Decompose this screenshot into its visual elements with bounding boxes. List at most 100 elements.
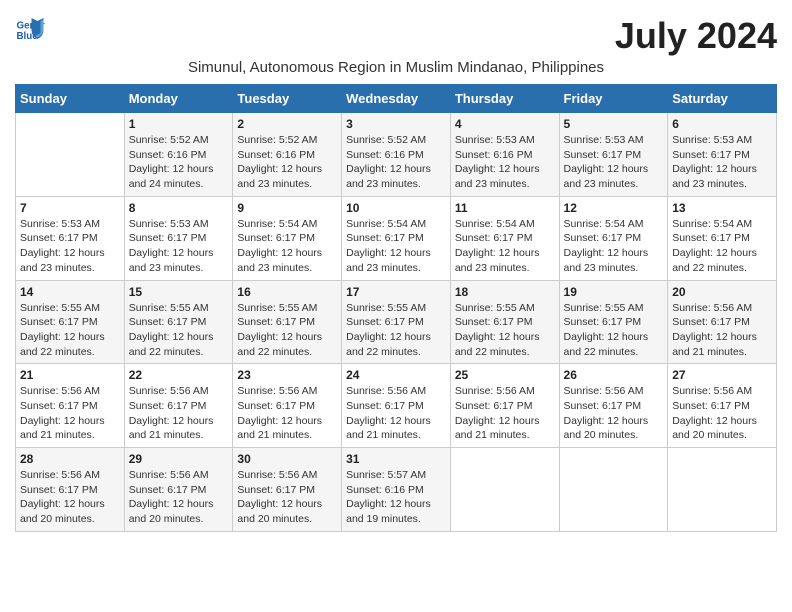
header-day-friday: Friday — [559, 85, 668, 113]
page-header: General Blue July 2024 — [15, 15, 777, 57]
header-day-thursday: Thursday — [450, 85, 559, 113]
header-day-tuesday: Tuesday — [233, 85, 342, 113]
day-info: Sunrise: 5:54 AMSunset: 6:17 PMDaylight:… — [564, 217, 664, 276]
calendar-day-18: 18Sunrise: 5:55 AMSunset: 6:17 PMDayligh… — [450, 280, 559, 364]
day-info: Sunrise: 5:56 AMSunset: 6:17 PMDaylight:… — [672, 301, 772, 360]
day-info: Sunrise: 5:55 AMSunset: 6:17 PMDaylight:… — [20, 301, 120, 360]
calendar-week-row: 14 Sunrise: 5:55 AMSunset: 6:17 PMDayligh… — [16, 280, 777, 364]
day-number: 2 — [237, 117, 337, 131]
day-info: Sunrise: 5:56 AMSunset: 6:17 PMDaylight:… — [129, 384, 229, 443]
calendar-day-5: 5Sunrise: 5:53 AMSunset: 6:17 PMDaylight… — [559, 113, 668, 197]
calendar-empty-cell — [668, 448, 777, 532]
day-number: 29 — [129, 452, 229, 466]
calendar-empty-cell — [559, 448, 668, 532]
calendar-day-28: 28 Sunrise: 5:56 AMSunset: 6:17 PMDayligh… — [16, 448, 125, 532]
day-info: Sunrise: 5:56 AMSunset: 6:17 PMDaylight:… — [672, 384, 772, 443]
calendar-week-row: 7Sunrise: 5:53 AMSunset: 6:17 PMDaylight… — [16, 196, 777, 280]
day-number: 9 — [237, 201, 337, 215]
day-number: 1 — [129, 117, 229, 131]
day-number: 17 — [346, 285, 446, 299]
day-number: 27 — [672, 368, 772, 382]
day-number: 11 — [455, 201, 555, 215]
header-day-sunday: Sunday — [16, 85, 125, 113]
day-number: 10 — [346, 201, 446, 215]
calendar-day-22: 22 Sunrise: 5:56 AMSunset: 6:17 PMDayligh… — [124, 364, 233, 448]
calendar-empty-cell — [450, 448, 559, 532]
calendar-day-11: 11 Sunrise: 5:54 AMSunset: 6:17 PMDayligh… — [450, 196, 559, 280]
day-info: Sunrise: 5:54 AMSunset: 6:17 PMDaylight:… — [346, 217, 446, 276]
day-info: Sunrise: 5:56 AMSunset: 6:17 PMDaylight:… — [564, 384, 664, 443]
calendar-table: SundayMondayTuesdayWednesdayThursdayFrid… — [15, 84, 777, 532]
day-number: 4 — [455, 117, 555, 131]
calendar-day-3: 3 Sunrise: 5:52 AMSunset: 6:16 PMDaylight… — [342, 113, 451, 197]
calendar-day-16: 16 Sunrise: 5:55 AMSunset: 6:17 PMDayligh… — [233, 280, 342, 364]
day-info: Sunrise: 5:53 AMSunset: 6:17 PMDaylight:… — [129, 217, 229, 276]
calendar-day-30: 30Sunrise: 5:56 AMSunset: 6:17 PMDayligh… — [233, 448, 342, 532]
calendar-day-12: 12 Sunrise: 5:54 AMSunset: 6:17 PMDayligh… — [559, 196, 668, 280]
calendar-day-6: 6 Sunrise: 5:53 AMSunset: 6:17 PMDaylight… — [668, 113, 777, 197]
day-number: 22 — [129, 368, 229, 382]
calendar-day-26: 26 Sunrise: 5:56 AMSunset: 6:17 PMDayligh… — [559, 364, 668, 448]
calendar-day-10: 10 Sunrise: 5:54 AMSunset: 6:17 PMDayligh… — [342, 196, 451, 280]
general-blue-logo-icon: General Blue — [15, 15, 45, 45]
calendar-empty-cell — [16, 113, 125, 197]
day-number: 8 — [129, 201, 229, 215]
day-info: Sunrise: 5:56 AMSunset: 6:17 PMDaylight:… — [237, 468, 337, 527]
header-day-monday: Monday — [124, 85, 233, 113]
day-number: 3 — [346, 117, 446, 131]
calendar-day-7: 7Sunrise: 5:53 AMSunset: 6:17 PMDaylight… — [16, 196, 125, 280]
day-number: 25 — [455, 368, 555, 382]
header-day-wednesday: Wednesday — [342, 85, 451, 113]
day-info: Sunrise: 5:52 AMSunset: 6:16 PMDaylight:… — [346, 133, 446, 192]
location-title: Simunul, Autonomous Region in Muslim Min… — [15, 59, 777, 76]
day-info: Sunrise: 5:56 AMSunset: 6:17 PMDaylight:… — [237, 384, 337, 443]
day-number: 15 — [129, 285, 229, 299]
header-day-saturday: Saturday — [668, 85, 777, 113]
calendar-header-row: SundayMondayTuesdayWednesdayThursdayFrid… — [16, 85, 777, 113]
day-info: Sunrise: 5:55 AMSunset: 6:17 PMDaylight:… — [455, 301, 555, 360]
day-info: Sunrise: 5:56 AMSunset: 6:17 PMDaylight:… — [20, 468, 120, 527]
day-info: Sunrise: 5:56 AMSunset: 6:17 PMDaylight:… — [346, 384, 446, 443]
day-number: 28 — [20, 452, 120, 466]
day-info: Sunrise: 5:55 AMSunset: 6:17 PMDaylight:… — [346, 301, 446, 360]
day-info: Sunrise: 5:52 AMSunset: 6:16 PMDaylight:… — [237, 133, 337, 192]
day-number: 14 — [20, 285, 120, 299]
day-info: Sunrise: 5:56 AMSunset: 6:17 PMDaylight:… — [455, 384, 555, 443]
day-number: 23 — [237, 368, 337, 382]
calendar-day-20: 20 Sunrise: 5:56 AMSunset: 6:17 PMDayligh… — [668, 280, 777, 364]
day-info: Sunrise: 5:52 AMSunset: 6:16 PMDaylight:… — [129, 133, 229, 192]
calendar-day-27: 27 Sunrise: 5:56 AMSunset: 6:17 PMDayligh… — [668, 364, 777, 448]
calendar-day-2: 2 Sunrise: 5:52 AMSunset: 6:16 PMDaylight… — [233, 113, 342, 197]
day-number: 6 — [672, 117, 772, 131]
day-info: Sunrise: 5:55 AMSunset: 6:17 PMDaylight:… — [129, 301, 229, 360]
day-number: 19 — [564, 285, 664, 299]
logo-area: General Blue — [15, 15, 50, 45]
calendar-day-24: 24 Sunrise: 5:56 AMSunset: 6:17 PMDayligh… — [342, 364, 451, 448]
calendar-week-row: 21 Sunrise: 5:56 AMSunset: 6:17 PMDayligh… — [16, 364, 777, 448]
calendar-day-4: 4 Sunrise: 5:53 AMSunset: 6:16 PMDaylight… — [450, 113, 559, 197]
day-number: 31 — [346, 452, 446, 466]
calendar-day-13: 13 Sunrise: 5:54 AMSunset: 6:17 PMDayligh… — [668, 196, 777, 280]
calendar-day-21: 21Sunrise: 5:56 AMSunset: 6:17 PMDayligh… — [16, 364, 125, 448]
day-info: Sunrise: 5:53 AMSunset: 6:17 PMDaylight:… — [672, 133, 772, 192]
day-number: 12 — [564, 201, 664, 215]
day-info: Sunrise: 5:55 AMSunset: 6:17 PMDaylight:… — [564, 301, 664, 360]
day-number: 20 — [672, 285, 772, 299]
day-info: Sunrise: 5:54 AMSunset: 6:17 PMDaylight:… — [455, 217, 555, 276]
day-info: Sunrise: 5:53 AMSunset: 6:16 PMDaylight:… — [455, 133, 555, 192]
calendar-day-1: 1 Sunrise: 5:52 AMSunset: 6:16 PMDaylight… — [124, 113, 233, 197]
calendar-day-23: 23 Sunrise: 5:56 AMSunset: 6:17 PMDayligh… — [233, 364, 342, 448]
day-number: 5 — [564, 117, 664, 131]
title-section: July 2024 — [615, 15, 777, 57]
day-number: 16 — [237, 285, 337, 299]
day-info: Sunrise: 5:55 AMSunset: 6:17 PMDaylight:… — [237, 301, 337, 360]
day-number: 13 — [672, 201, 772, 215]
day-number: 24 — [346, 368, 446, 382]
day-number: 26 — [564, 368, 664, 382]
calendar-day-8: 8 Sunrise: 5:53 AMSunset: 6:17 PMDaylight… — [124, 196, 233, 280]
day-info: Sunrise: 5:57 AMSunset: 6:16 PMDaylight:… — [346, 468, 446, 527]
day-info: Sunrise: 5:54 AMSunset: 6:17 PMDaylight:… — [672, 217, 772, 276]
calendar-day-15: 15 Sunrise: 5:55 AMSunset: 6:17 PMDayligh… — [124, 280, 233, 364]
calendar-week-row: 1 Sunrise: 5:52 AMSunset: 6:16 PMDaylight… — [16, 113, 777, 197]
day-number: 21 — [20, 368, 120, 382]
